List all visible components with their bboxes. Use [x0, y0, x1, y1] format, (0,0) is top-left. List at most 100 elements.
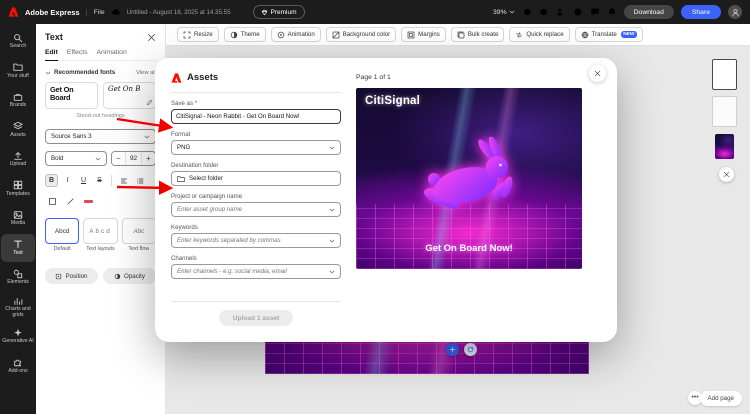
- sidebar-item-your-stuff[interactable]: Your stuff: [1, 57, 35, 86]
- project-select[interactable]: Enter asset group name: [171, 202, 341, 217]
- font-size-value[interactable]: 92: [125, 152, 142, 166]
- select-folder-button[interactable]: Select folder: [171, 171, 341, 186]
- bold-button[interactable]: B: [45, 174, 58, 187]
- position-button[interactable]: Position: [45, 268, 98, 284]
- file-menu[interactable]: File: [94, 9, 105, 16]
- keywords-select[interactable]: Enter keywords separated by commas: [171, 233, 341, 248]
- sidebar-item-media[interactable]: Media: [1, 204, 35, 233]
- templates-grid-icon: [13, 180, 23, 190]
- tab-edit[interactable]: Edit: [45, 49, 58, 56]
- puzzle-icon: [13, 357, 23, 367]
- bulk-create-button[interactable]: Bulk create: [451, 27, 504, 42]
- refresh-icon: [467, 346, 474, 353]
- sidebar-item-brands[interactable]: Brands: [1, 86, 35, 115]
- canvas-floating-buttons: [446, 343, 477, 356]
- opacity-button[interactable]: Opacity: [103, 268, 156, 284]
- plus-icon: [449, 346, 456, 353]
- align-left-button[interactable]: [117, 174, 130, 187]
- upload-asset-button[interactable]: Upload 1 asset: [219, 310, 294, 326]
- new-badge: NEW: [621, 31, 637, 38]
- sidebar-item-templates[interactable]: Templates: [1, 175, 35, 204]
- increase-size-button[interactable]: +: [142, 152, 155, 165]
- channels-select[interactable]: Enter channels - e.g. social media, emai…: [171, 264, 341, 279]
- design-mini-thumbnail[interactable]: [715, 134, 734, 159]
- margins-button[interactable]: Margins: [401, 27, 446, 42]
- close-panel-icon[interactable]: [147, 33, 156, 42]
- sidebar-item-search[interactable]: Search: [1, 27, 35, 56]
- tab-animation[interactable]: Animation: [97, 49, 127, 56]
- shape-slash-button[interactable]: [63, 195, 77, 208]
- chevron-down-icon[interactable]: [45, 70, 51, 76]
- resize-icon: [183, 31, 191, 39]
- artwork-cta-text: Get On Board Now!: [356, 243, 582, 254]
- italic-button[interactable]: I: [61, 174, 74, 187]
- decrease-size-button[interactable]: −: [112, 152, 125, 165]
- save-as-label: Save as *: [171, 100, 341, 107]
- strikethrough-button[interactable]: S: [93, 174, 106, 187]
- folder-icon: [177, 175, 185, 183]
- version-history-icon[interactable]: [573, 7, 583, 17]
- chevron-down-icon: [329, 238, 335, 244]
- zoom-control[interactable]: 39%: [493, 9, 515, 16]
- text-color-button[interactable]: [81, 195, 95, 208]
- sidebar-item-text[interactable]: Text: [1, 234, 35, 263]
- document-title[interactable]: Untitled - August 18, 2025 at 14.35.55: [127, 9, 231, 16]
- sidebar-item-upload[interactable]: Upload: [1, 145, 35, 174]
- avatar[interactable]: [728, 5, 742, 19]
- close-dialog-button[interactable]: [589, 65, 606, 82]
- tab-effects[interactable]: Effects: [67, 49, 88, 56]
- resize-button[interactable]: Resize: [177, 27, 219, 42]
- translate-button[interactable]: Translate NEW: [575, 27, 643, 42]
- person-icon: [731, 8, 740, 17]
- font-family-select[interactable]: Source Sans 3: [45, 129, 156, 144]
- underline-button[interactable]: U: [77, 174, 90, 187]
- download-button[interactable]: Download: [624, 5, 674, 19]
- text-format-row: B I U S: [45, 174, 156, 187]
- view-all-link[interactable]: View all: [136, 70, 156, 76]
- style-card-text-flow[interactable]: Abc Text flow: [122, 218, 156, 252]
- sidebar-item-elements[interactable]: Elements: [1, 263, 35, 292]
- font-weight-select[interactable]: Bold: [45, 151, 107, 166]
- font-sample-card-bold[interactable]: Get On Board: [45, 82, 98, 109]
- sidebar-item-add-ons[interactable]: Add-ons: [1, 352, 35, 381]
- save-as-input[interactable]: [171, 109, 341, 124]
- close-rail-button[interactable]: [719, 167, 734, 182]
- globe-icon: [581, 31, 589, 39]
- style-card-default[interactable]: Abcd Default: [45, 218, 79, 252]
- top-bar: Adobe Express | File Untitled - August 1…: [0, 0, 750, 24]
- font-samples-caption: Stand-out headings: [45, 113, 156, 119]
- sidebar-item-generative-ai[interactable]: Generative AI: [1, 322, 35, 351]
- page-thumbnail-selected[interactable]: [712, 59, 737, 90]
- opacity-icon: [114, 273, 121, 280]
- style-card-text-layouts[interactable]: Abcd Text layouts: [83, 218, 117, 252]
- regenerate-button[interactable]: [464, 343, 477, 356]
- notifications-bell-icon[interactable]: [607, 7, 617, 17]
- invite-people-icon[interactable]: [556, 7, 566, 17]
- shape-square-button[interactable]: [45, 195, 59, 208]
- redo-icon[interactable]: [539, 7, 549, 17]
- background-color-icon: [332, 31, 340, 39]
- keywords-label: Keywords: [171, 224, 341, 231]
- page-thumbnail[interactable]: [712, 96, 737, 127]
- share-button[interactable]: Share: [681, 5, 721, 19]
- sidebar-item-assets[interactable]: Assets: [1, 116, 35, 145]
- animation-button[interactable]: Animation: [271, 27, 321, 42]
- project-label: Project or campaign name: [171, 193, 341, 200]
- format-select[interactable]: PNG: [171, 140, 341, 155]
- undo-icon[interactable]: [522, 7, 532, 17]
- sidebar-item-charts-and-grids[interactable]: Charts and grids: [1, 293, 35, 322]
- comments-icon[interactable]: [590, 7, 600, 17]
- text-icon: [13, 239, 23, 249]
- layers-icon: [13, 121, 23, 131]
- quick-replace-button[interactable]: Quick replace: [509, 27, 569, 42]
- font-sample-card-script[interactable]: Get On B: [103, 82, 156, 109]
- add-page-button[interactable]: Add page: [700, 391, 743, 406]
- theme-button[interactable]: Theme: [224, 27, 266, 42]
- add-element-button[interactable]: [446, 343, 459, 356]
- search-icon: [13, 33, 23, 43]
- background-color-button[interactable]: Background color: [326, 27, 396, 42]
- premium-button[interactable]: Premium: [253, 5, 305, 19]
- list-button[interactable]: [133, 174, 146, 187]
- text-style-cards: Abcd Default Abcd Text layouts Abc Text …: [45, 218, 156, 252]
- folder-icon: [13, 62, 23, 72]
